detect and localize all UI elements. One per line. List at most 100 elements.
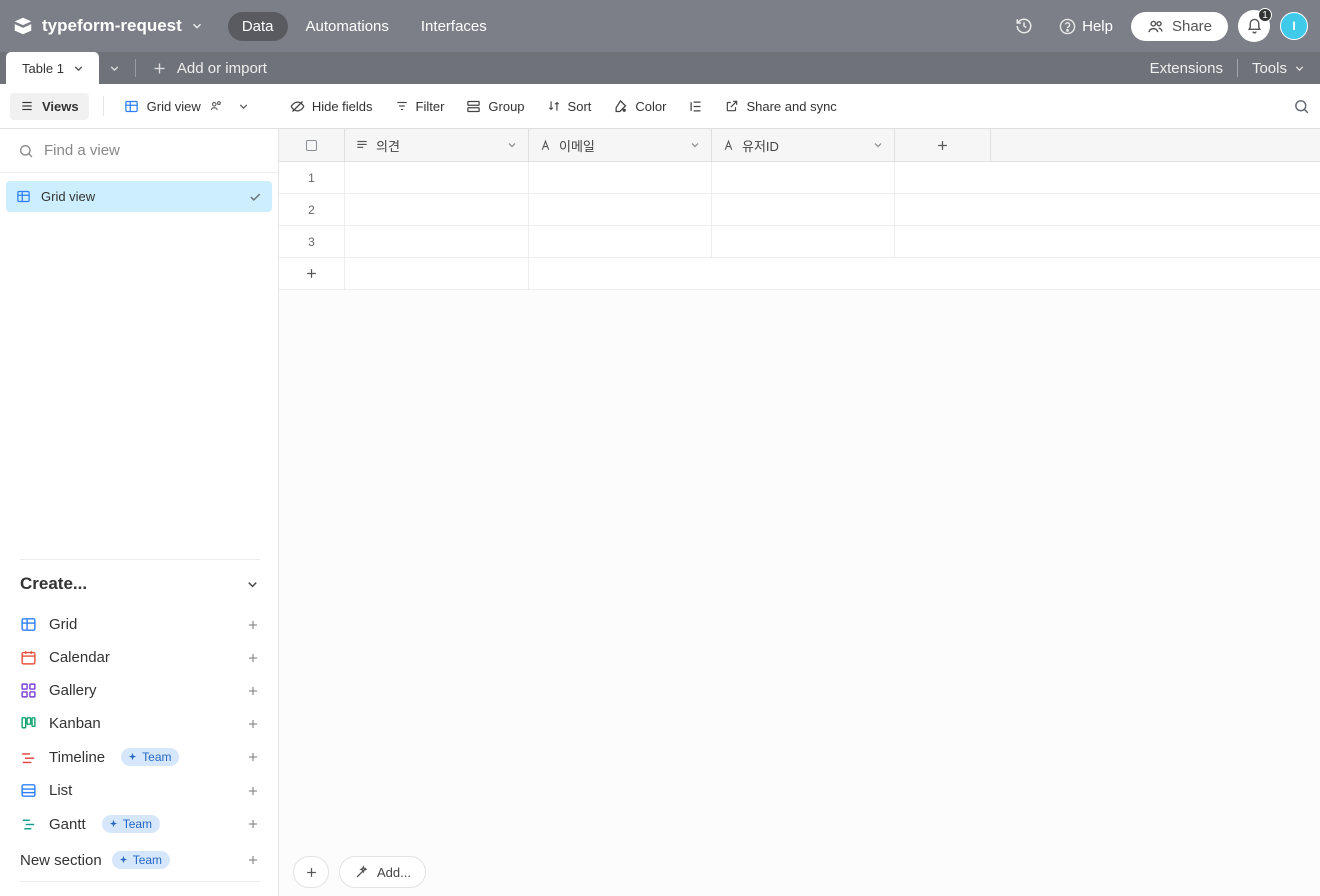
chevron-down-icon[interactable] bbox=[506, 139, 518, 151]
footer-add-button[interactable] bbox=[293, 856, 329, 888]
cell[interactable] bbox=[712, 162, 895, 193]
filter-button[interactable]: Filter bbox=[387, 95, 453, 118]
chevron-down-icon bbox=[237, 100, 250, 113]
extensions-button[interactable]: Extensions bbox=[1150, 60, 1223, 77]
cell[interactable] bbox=[345, 162, 529, 193]
cell[interactable] bbox=[712, 226, 895, 257]
find-view-placeholder: Find a view bbox=[44, 142, 120, 159]
help-button[interactable]: Help bbox=[1051, 12, 1121, 41]
text-field-icon bbox=[539, 139, 552, 152]
create-list[interactable]: List bbox=[20, 774, 260, 807]
add-or-import-label: Add or import bbox=[177, 60, 267, 77]
tab-data[interactable]: Data bbox=[228, 12, 288, 41]
notifications-button[interactable]: 1 bbox=[1238, 10, 1270, 42]
chevron-down-icon bbox=[72, 62, 85, 75]
create-gantt-label: Gantt bbox=[49, 816, 86, 833]
filter-label: Filter bbox=[416, 99, 445, 114]
create-calendar[interactable]: Calendar bbox=[20, 641, 260, 674]
table-row[interactable]: 1 bbox=[279, 162, 1320, 194]
tab-automations[interactable]: Automations bbox=[292, 12, 403, 41]
row-number: 3 bbox=[279, 226, 345, 257]
sparkle-icon bbox=[127, 752, 138, 763]
sparkle-icon bbox=[108, 819, 119, 830]
add-row-button[interactable] bbox=[279, 258, 1320, 290]
hide-fields-button[interactable]: Hide fields bbox=[282, 95, 381, 118]
cell[interactable] bbox=[529, 226, 712, 257]
cell[interactable] bbox=[345, 194, 529, 225]
grid-icon bbox=[20, 616, 37, 633]
gantt-icon bbox=[20, 816, 37, 833]
row-height-button[interactable] bbox=[680, 95, 711, 118]
plus-icon bbox=[246, 618, 260, 632]
app-logo[interactable]: typeform-request bbox=[12, 15, 204, 37]
create-gallery-label: Gallery bbox=[49, 682, 97, 699]
group-button[interactable]: Group bbox=[458, 95, 532, 118]
cell[interactable] bbox=[712, 194, 895, 225]
create-gallery[interactable]: Gallery bbox=[20, 674, 260, 707]
chevron-down-icon bbox=[108, 62, 121, 75]
create-kanban[interactable]: Kanban bbox=[20, 707, 260, 740]
create-grid[interactable]: Grid bbox=[20, 608, 260, 641]
team-badge: Team bbox=[112, 851, 170, 869]
table-row[interactable]: 2 bbox=[279, 194, 1320, 226]
gallery-icon bbox=[20, 682, 37, 699]
create-section-toggle[interactable]: Create... bbox=[20, 559, 260, 608]
column-label: 유저ID bbox=[742, 136, 779, 155]
views-label: Views bbox=[42, 99, 79, 114]
chevron-down-icon[interactable] bbox=[689, 139, 701, 151]
cell[interactable] bbox=[345, 226, 529, 257]
color-button[interactable]: Color bbox=[605, 95, 674, 118]
plus-icon bbox=[246, 717, 260, 731]
search-button[interactable] bbox=[1293, 98, 1310, 115]
tools-button[interactable]: Tools bbox=[1252, 60, 1306, 77]
column-header-userid[interactable]: 유저ID bbox=[712, 129, 895, 161]
plus-icon bbox=[935, 138, 950, 153]
sort-icon bbox=[547, 99, 561, 113]
column-header-email[interactable]: 이메일 bbox=[529, 129, 712, 161]
tab-interfaces-label: Interfaces bbox=[421, 18, 487, 35]
tab-automations-label: Automations bbox=[306, 18, 389, 35]
kanban-icon bbox=[20, 715, 37, 732]
magic-icon bbox=[354, 865, 369, 880]
find-view-input[interactable]: Find a view bbox=[0, 129, 278, 173]
check-icon bbox=[248, 190, 262, 204]
color-label: Color bbox=[635, 99, 666, 114]
timeline-icon bbox=[20, 749, 37, 766]
chevron-down-icon[interactable] bbox=[872, 139, 884, 151]
create-timeline[interactable]: Timeline Team bbox=[20, 740, 260, 774]
sort-button[interactable]: Sort bbox=[539, 95, 600, 118]
views-toggle-button[interactable]: Views bbox=[10, 93, 89, 120]
tab-interfaces[interactable]: Interfaces bbox=[407, 12, 501, 41]
current-view-label: Grid view bbox=[147, 99, 201, 114]
menu-icon bbox=[20, 99, 34, 113]
sort-label: Sort bbox=[568, 99, 592, 114]
history-button[interactable] bbox=[1007, 11, 1041, 41]
plus-icon bbox=[246, 651, 260, 665]
share-label: Share bbox=[1172, 18, 1212, 35]
table-row[interactable]: 3 bbox=[279, 226, 1320, 258]
new-section-button[interactable]: New section Team bbox=[20, 841, 260, 882]
airtable-logo-icon bbox=[12, 15, 34, 37]
sidebar-view-grid[interactable]: Grid view bbox=[6, 181, 272, 212]
create-list-label: List bbox=[49, 782, 72, 799]
external-link-icon bbox=[725, 99, 739, 113]
create-gantt[interactable]: Gantt Team bbox=[20, 807, 260, 841]
checkbox-icon bbox=[306, 140, 317, 151]
cell[interactable] bbox=[529, 194, 712, 225]
cell[interactable] bbox=[529, 162, 712, 193]
add-or-import-button[interactable]: Add or import bbox=[140, 52, 279, 84]
share-sync-button[interactable]: Share and sync bbox=[717, 95, 844, 118]
add-column-button[interactable] bbox=[895, 129, 991, 161]
column-header-opinion[interactable]: 의견 bbox=[345, 129, 529, 161]
table-tab[interactable]: Table 1 bbox=[6, 52, 99, 84]
current-view-selector[interactable]: Grid view bbox=[118, 95, 256, 118]
search-icon bbox=[18, 143, 34, 159]
table-search-button[interactable] bbox=[99, 52, 131, 84]
plus-icon bbox=[152, 61, 167, 76]
base-name[interactable]: typeform-request bbox=[42, 16, 182, 36]
select-all-checkbox[interactable] bbox=[279, 129, 345, 161]
user-avatar[interactable]: I bbox=[1280, 12, 1308, 40]
filter-icon bbox=[395, 99, 409, 113]
footer-add-menu-button[interactable]: Add... bbox=[339, 856, 426, 888]
share-button[interactable]: Share bbox=[1131, 12, 1228, 41]
